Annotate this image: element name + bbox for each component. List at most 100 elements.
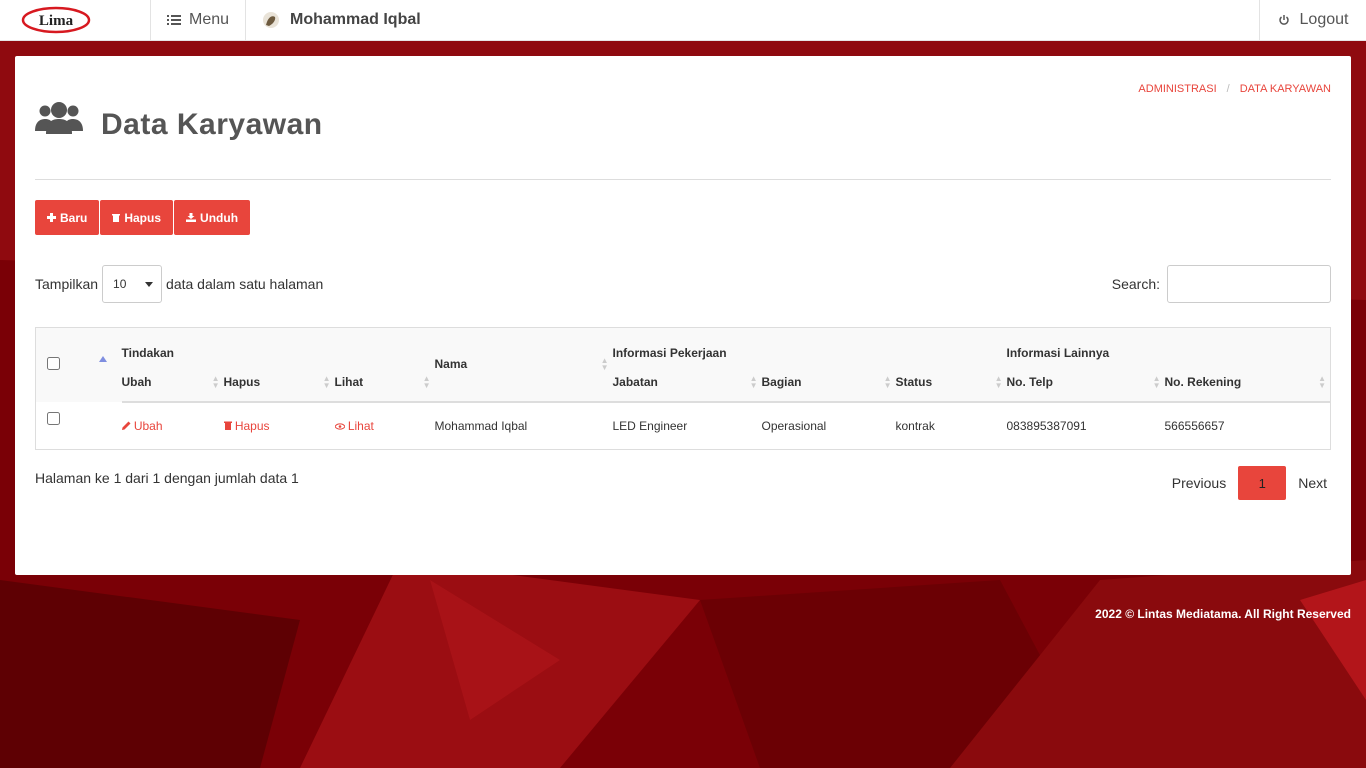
header-divider: [35, 179, 1331, 180]
column-header-ubah-label: Ubah: [121, 375, 152, 389]
row-checkbox-cell: [36, 402, 92, 450]
breadcrumb-item-data-karyawan[interactable]: DATA KARYAWAN: [1240, 83, 1331, 95]
previous-button[interactable]: Previous: [1172, 475, 1226, 491]
sort-icon: ▲ ▼: [883, 374, 892, 390]
sort-icon: ▲ ▼: [1152, 374, 1161, 390]
page-button-1[interactable]: 1: [1238, 466, 1287, 500]
name-cell: Mohammad Iqbal: [434, 418, 528, 433]
top-navbar: Lima Menu Mohammad Iqbal Logout: [0, 0, 1366, 41]
column-header-hapus[interactable]: Hapus ▲ ▼: [223, 363, 335, 403]
next-button[interactable]: Next: [1298, 475, 1327, 491]
trash-icon: [223, 421, 232, 430]
caret-down-icon: [145, 281, 154, 287]
column-header-ubah[interactable]: Ubah ▲ ▼: [121, 363, 224, 403]
column-header-jabatan[interactable]: Jabatan ▲ ▼: [612, 363, 762, 403]
search-label: Search:: [1111, 276, 1160, 292]
column-header-nama-label: Nama: [434, 357, 468, 372]
page-length-select[interactable]: 10: [102, 265, 163, 303]
select-all-checkbox[interactable]: [47, 356, 60, 370]
group-header-informasi-lainnya: Informasi Lainnya: [1006, 345, 1110, 360]
view-cell: Lihat: [333, 402, 435, 450]
menu-label: Menu: [188, 11, 230, 28]
telp-cell: 083895387091: [1006, 418, 1087, 433]
edit-cell: Ubah: [121, 402, 224, 450]
avatar: [263, 12, 279, 28]
table-row: Ubah Hapus Lihat Mohammad Iqbal LED Engi…: [36, 402, 1331, 450]
view-link[interactable]: Lihat: [333, 418, 374, 433]
footer-copyright: 2022 © Lintas Mediatama. All Right Reser…: [1095, 607, 1351, 621]
delete-button[interactable]: Hapus: [100, 200, 174, 235]
new-button[interactable]: Baru: [35, 200, 100, 235]
column-header-bagian-label: Bagian: [761, 375, 802, 389]
page-title: Data Karyawan: [101, 108, 323, 141]
lima-logo-icon: Lima: [21, 6, 91, 34]
eye-icon: [333, 423, 346, 430]
rekening-cell: 566556657: [1164, 418, 1225, 433]
column-header-nama[interactable]: Nama ▲ ▼: [434, 327, 613, 403]
column-header-bagian[interactable]: Bagian ▲ ▼: [761, 363, 896, 403]
users-icon: [35, 102, 83, 134]
user-name: Mohammad Iqbal: [290, 11, 421, 28]
svg-text:Lima: Lima: [39, 13, 74, 29]
column-header-status-label: Status: [895, 375, 933, 389]
jabatan-cell: LED Engineer: [612, 418, 688, 433]
row-spacer-cell: [92, 402, 122, 450]
pagination: Previous 1 Next: [1172, 466, 1327, 500]
sort-icon: ▲ ▼: [749, 374, 758, 390]
menu-toggle[interactable]: Menu: [151, 0, 246, 40]
sort-icon: ▲ ▼: [600, 356, 609, 373]
sort-asc-icon: [98, 356, 107, 362]
new-button-label: Baru: [60, 210, 88, 225]
select-all-header: [36, 328, 92, 402]
column-header-hapus-label: Hapus: [223, 375, 261, 389]
employee-table: Tindakan Nama ▲ ▼ Informasi Pekerjaan Inf…: [35, 327, 1331, 450]
column-header-no-rekening[interactable]: No. Rekening ▲ ▼: [1164, 363, 1331, 403]
pencil-icon: [121, 421, 130, 430]
column-header-no-telp[interactable]: No. Telp ▲ ▼: [1006, 363, 1165, 403]
sort-icon: ▲ ▼: [994, 374, 1003, 390]
sort-header[interactable]: [92, 328, 122, 402]
sort-icon: ▲ ▼: [422, 374, 431, 390]
sort-icon: ▲ ▼: [1318, 374, 1326, 390]
delete-button-label: Hapus: [124, 210, 162, 225]
breadcrumb-item-administrasi[interactable]: ADMINISTRASI: [1138, 83, 1216, 95]
length-suffix: data dalam satu halaman: [166, 276, 324, 292]
page-length-control: Tampilkan 10 data dalam satu halaman: [35, 265, 323, 303]
edit-link-label: Ubah: [133, 418, 163, 433]
breadcrumb: ADMINISTRASI / DATA KARYAWAN: [1138, 83, 1331, 95]
edit-link[interactable]: Ubah: [121, 418, 163, 433]
row-checkbox[interactable]: [47, 411, 60, 425]
column-header-no-rekening-label: No. Rekening: [1164, 375, 1242, 389]
column-header-jabatan-label: Jabatan: [612, 375, 658, 389]
delete-link[interactable]: Hapus: [223, 418, 270, 433]
delete-link-label: Hapus: [234, 418, 270, 433]
logo[interactable]: Lima: [0, 0, 151, 40]
group-header-informasi-pekerjaan: Informasi Pekerjaan: [612, 345, 727, 360]
column-header-lihat[interactable]: Lihat ▲ ▼: [334, 363, 435, 403]
action-toolbar: Baru Hapus Unduh: [35, 200, 251, 235]
user-profile[interactable]: Mohammad Iqbal: [246, 0, 1259, 40]
table-info: Halaman ke 1 dari 1 dengan jumlah data 1: [35, 470, 299, 486]
download-button[interactable]: Unduh: [174, 200, 251, 235]
download-button-label: Unduh: [200, 210, 239, 225]
length-prefix: Tampilkan: [35, 276, 99, 292]
sort-icon: ▲ ▼: [211, 374, 220, 390]
search-input[interactable]: [1167, 265, 1331, 303]
trash-icon: [112, 214, 121, 222]
breadcrumb-separator: /: [1226, 83, 1230, 95]
column-header-lihat-label: Lihat: [334, 375, 364, 389]
page-length-value: 10: [113, 277, 127, 291]
view-link-label: Lihat: [347, 418, 374, 433]
sort-icon: ▲ ▼: [322, 374, 331, 390]
plus-icon: [47, 213, 56, 222]
search-control: Search:: [1112, 265, 1331, 303]
download-icon: [186, 213, 197, 222]
column-header-no-telp-label: No. Telp: [1006, 375, 1053, 389]
column-header-status[interactable]: Status ▲ ▼: [895, 363, 1007, 403]
bagian-cell: Operasional: [761, 418, 827, 433]
list-icon: [166, 15, 181, 25]
delete-cell: Hapus: [223, 402, 335, 450]
logout-label: Logout: [1299, 11, 1349, 28]
group-header-tindakan: Tindakan: [121, 345, 174, 360]
logout-button[interactable]: Logout: [1259, 0, 1366, 40]
